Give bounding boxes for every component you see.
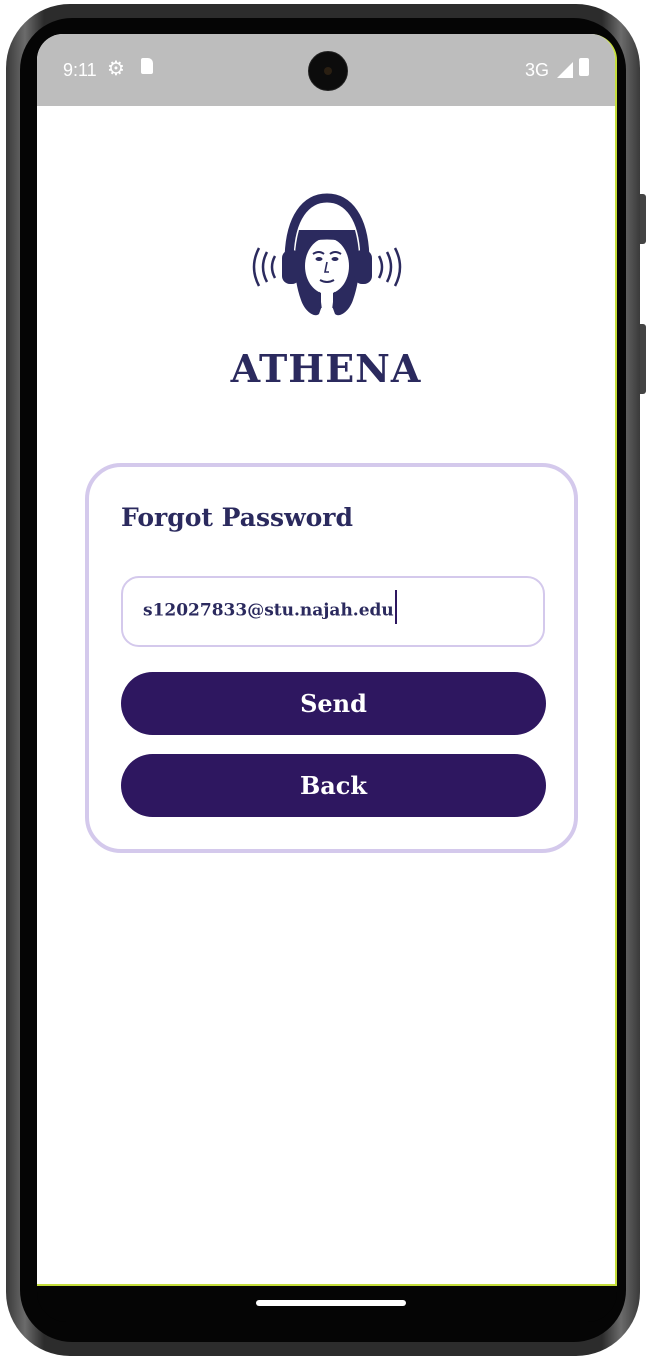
battery-icon xyxy=(579,58,589,76)
status-time: 9:11 xyxy=(63,60,97,80)
back-button[interactable]: Back xyxy=(121,754,546,817)
home-indicator[interactable] xyxy=(256,1300,406,1306)
gear-icon: ⚙ xyxy=(107,58,125,80)
email-field[interactable]: s12027833@stu.najah.edu xyxy=(121,576,545,647)
network-type: 3G xyxy=(524,60,549,80)
signal-icon xyxy=(557,62,573,78)
sd-card-icon xyxy=(141,58,153,74)
forgot-password-card: Forgot Password s12027833@stu.najah.edu … xyxy=(85,463,578,853)
navigation-bar xyxy=(37,1286,617,1322)
front-camera xyxy=(308,51,348,91)
power-button xyxy=(640,194,646,244)
text-cursor xyxy=(394,590,397,624)
screen: 9:11 ⚙ 3G ATHENA Forgot Password s120278… xyxy=(37,34,617,1286)
card-title: Forgot Password xyxy=(121,503,353,532)
status-bar: 9:11 ⚙ 3G xyxy=(37,34,615,106)
volume-button xyxy=(640,324,646,394)
woman-headphones-logo xyxy=(252,193,402,316)
email-field-value: s12027833@stu.najah.edu xyxy=(143,590,397,624)
app-title: ATHENA xyxy=(230,346,422,391)
send-button[interactable]: Send xyxy=(121,672,546,735)
